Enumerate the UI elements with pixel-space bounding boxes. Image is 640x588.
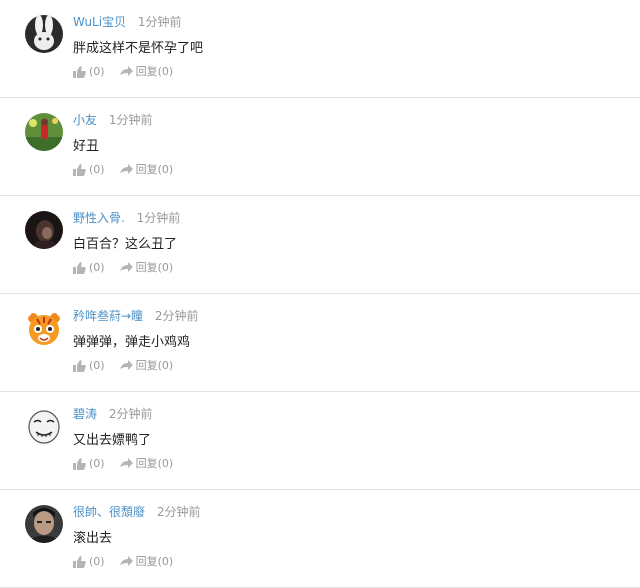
reply-button[interactable]: 回复(0) bbox=[119, 261, 174, 275]
like-count: (0) bbox=[89, 163, 105, 176]
reply-button[interactable]: 回复(0) bbox=[119, 457, 174, 471]
username[interactable]: 野性入骨. bbox=[73, 211, 125, 225]
comment-item: WuLi宝贝 1分钟前 胖成这样不是怀孕了吧 (0) 回复(0) bbox=[0, 0, 640, 98]
thumbs-up-icon bbox=[73, 360, 86, 372]
comment-item: 小友 1分钟前 好丑 (0) 回复(0) bbox=[0, 98, 640, 196]
thumbs-up-icon bbox=[73, 458, 86, 470]
reply-button[interactable]: 回复(0) bbox=[119, 65, 174, 79]
meme-face-avatar-icon bbox=[25, 407, 63, 445]
reply-label: 回复(0) bbox=[135, 457, 174, 470]
reply-arrow-icon bbox=[119, 458, 133, 468]
username[interactable]: 碧涛 bbox=[73, 407, 97, 421]
comment-item: 很帥、很頹廢 2分钟前 滚出去 (0) 回复(0) bbox=[0, 490, 640, 588]
like-count: (0) bbox=[89, 65, 105, 78]
comment-meta: 矜哖叁葤→瞳 2分钟前 bbox=[73, 308, 199, 324]
dark-portrait-avatar-icon bbox=[25, 211, 63, 249]
comment-actions: (0) 回复(0) bbox=[73, 457, 173, 471]
avatar[interactable] bbox=[25, 15, 63, 53]
thumbs-up-icon bbox=[73, 164, 86, 176]
reply-arrow-icon bbox=[119, 360, 133, 370]
like-button[interactable]: (0) bbox=[73, 163, 105, 177]
avatar[interactable] bbox=[25, 407, 63, 445]
comment-meta: WuLi宝贝 1分钟前 bbox=[73, 14, 182, 30]
avatar[interactable] bbox=[25, 505, 63, 543]
comment-text: 弹弹弹，弹走小鸡鸡 bbox=[73, 335, 191, 350]
like-count: (0) bbox=[89, 555, 105, 568]
reply-label: 回复(0) bbox=[135, 65, 174, 78]
reply-label: 回复(0) bbox=[135, 555, 174, 568]
comment-text: 又出去嫖鸭了 bbox=[73, 433, 152, 448]
like-button[interactable]: (0) bbox=[73, 457, 105, 471]
reply-button[interactable]: 回复(0) bbox=[119, 555, 174, 569]
comment-actions: (0) 回复(0) bbox=[73, 359, 173, 373]
reply-button[interactable]: 回复(0) bbox=[119, 359, 174, 373]
like-count: (0) bbox=[89, 261, 105, 274]
comment-list: WuLi宝贝 1分钟前 胖成这样不是怀孕了吧 (0) 回复(0) 小友 1分钟前… bbox=[0, 0, 640, 588]
comment-actions: (0) 回复(0) bbox=[73, 555, 173, 569]
comment-text: 胖成这样不是怀孕了吧 bbox=[73, 41, 204, 56]
timestamp: 2分钟前 bbox=[108, 407, 153, 421]
reply-arrow-icon bbox=[119, 66, 133, 76]
comment-meta: 碧涛 2分钟前 bbox=[73, 406, 152, 422]
reply-label: 回复(0) bbox=[135, 261, 174, 274]
thumbs-up-icon bbox=[73, 262, 86, 274]
thumbs-up-icon bbox=[73, 66, 86, 78]
username[interactable]: WuLi宝贝 bbox=[73, 15, 126, 29]
timestamp: 1分钟前 bbox=[137, 15, 182, 29]
comment-meta: 小友 1分钟前 bbox=[73, 112, 152, 128]
timestamp: 2分钟前 bbox=[154, 309, 199, 323]
comment-actions: (0) 回复(0) bbox=[73, 163, 173, 177]
like-count: (0) bbox=[89, 359, 105, 372]
reply-label: 回复(0) bbox=[135, 163, 174, 176]
like-count: (0) bbox=[89, 457, 105, 470]
man-photo-avatar-icon bbox=[25, 505, 63, 543]
reply-label: 回复(0) bbox=[135, 359, 174, 372]
username[interactable]: 矜哖叁葤→瞳 bbox=[73, 309, 143, 323]
like-button[interactable]: (0) bbox=[73, 65, 105, 79]
comment-actions: (0) 回复(0) bbox=[73, 261, 173, 275]
timestamp: 1分钟前 bbox=[136, 211, 181, 225]
comment-text: 好丑 bbox=[73, 139, 100, 154]
timestamp: 2分钟前 bbox=[156, 505, 201, 519]
comment-item: 矜哖叁葤→瞳 2分钟前 弹弹弹，弹走小鸡鸡 (0) 回复(0) bbox=[0, 294, 640, 392]
username[interactable]: 很帥、很頹廢 bbox=[73, 505, 145, 519]
like-button[interactable]: (0) bbox=[73, 359, 105, 373]
comment-item: 碧涛 2分钟前 又出去嫖鸭了 (0) 回复(0) bbox=[0, 392, 640, 490]
rabbit-avatar-icon bbox=[25, 15, 63, 53]
comment-meta: 很帥、很頹廢 2分钟前 bbox=[73, 504, 200, 520]
reply-arrow-icon bbox=[119, 164, 133, 174]
flower-garden-avatar-icon bbox=[25, 113, 63, 151]
thumbs-up-icon bbox=[73, 556, 86, 568]
comment-actions: (0) 回复(0) bbox=[73, 65, 173, 79]
comment-text: 白百合？这么丑了 bbox=[73, 237, 178, 252]
comment-item: 野性入骨. 1分钟前 白百合？这么丑了 (0) 回复(0) bbox=[0, 196, 640, 294]
reply-button[interactable]: 回复(0) bbox=[119, 163, 174, 177]
comment-meta: 野性入骨. 1分钟前 bbox=[73, 210, 180, 226]
reply-arrow-icon bbox=[119, 556, 133, 566]
avatar[interactable] bbox=[25, 113, 63, 151]
avatar[interactable] bbox=[25, 211, 63, 249]
timestamp: 1分钟前 bbox=[108, 113, 153, 127]
tiger-cartoon-avatar-icon bbox=[25, 309, 63, 347]
comment-text: 滚出去 bbox=[73, 531, 113, 546]
reply-arrow-icon bbox=[119, 262, 133, 272]
username[interactable]: 小友 bbox=[73, 113, 97, 127]
like-button[interactable]: (0) bbox=[73, 261, 105, 275]
like-button[interactable]: (0) bbox=[73, 555, 105, 569]
avatar[interactable] bbox=[25, 309, 63, 347]
